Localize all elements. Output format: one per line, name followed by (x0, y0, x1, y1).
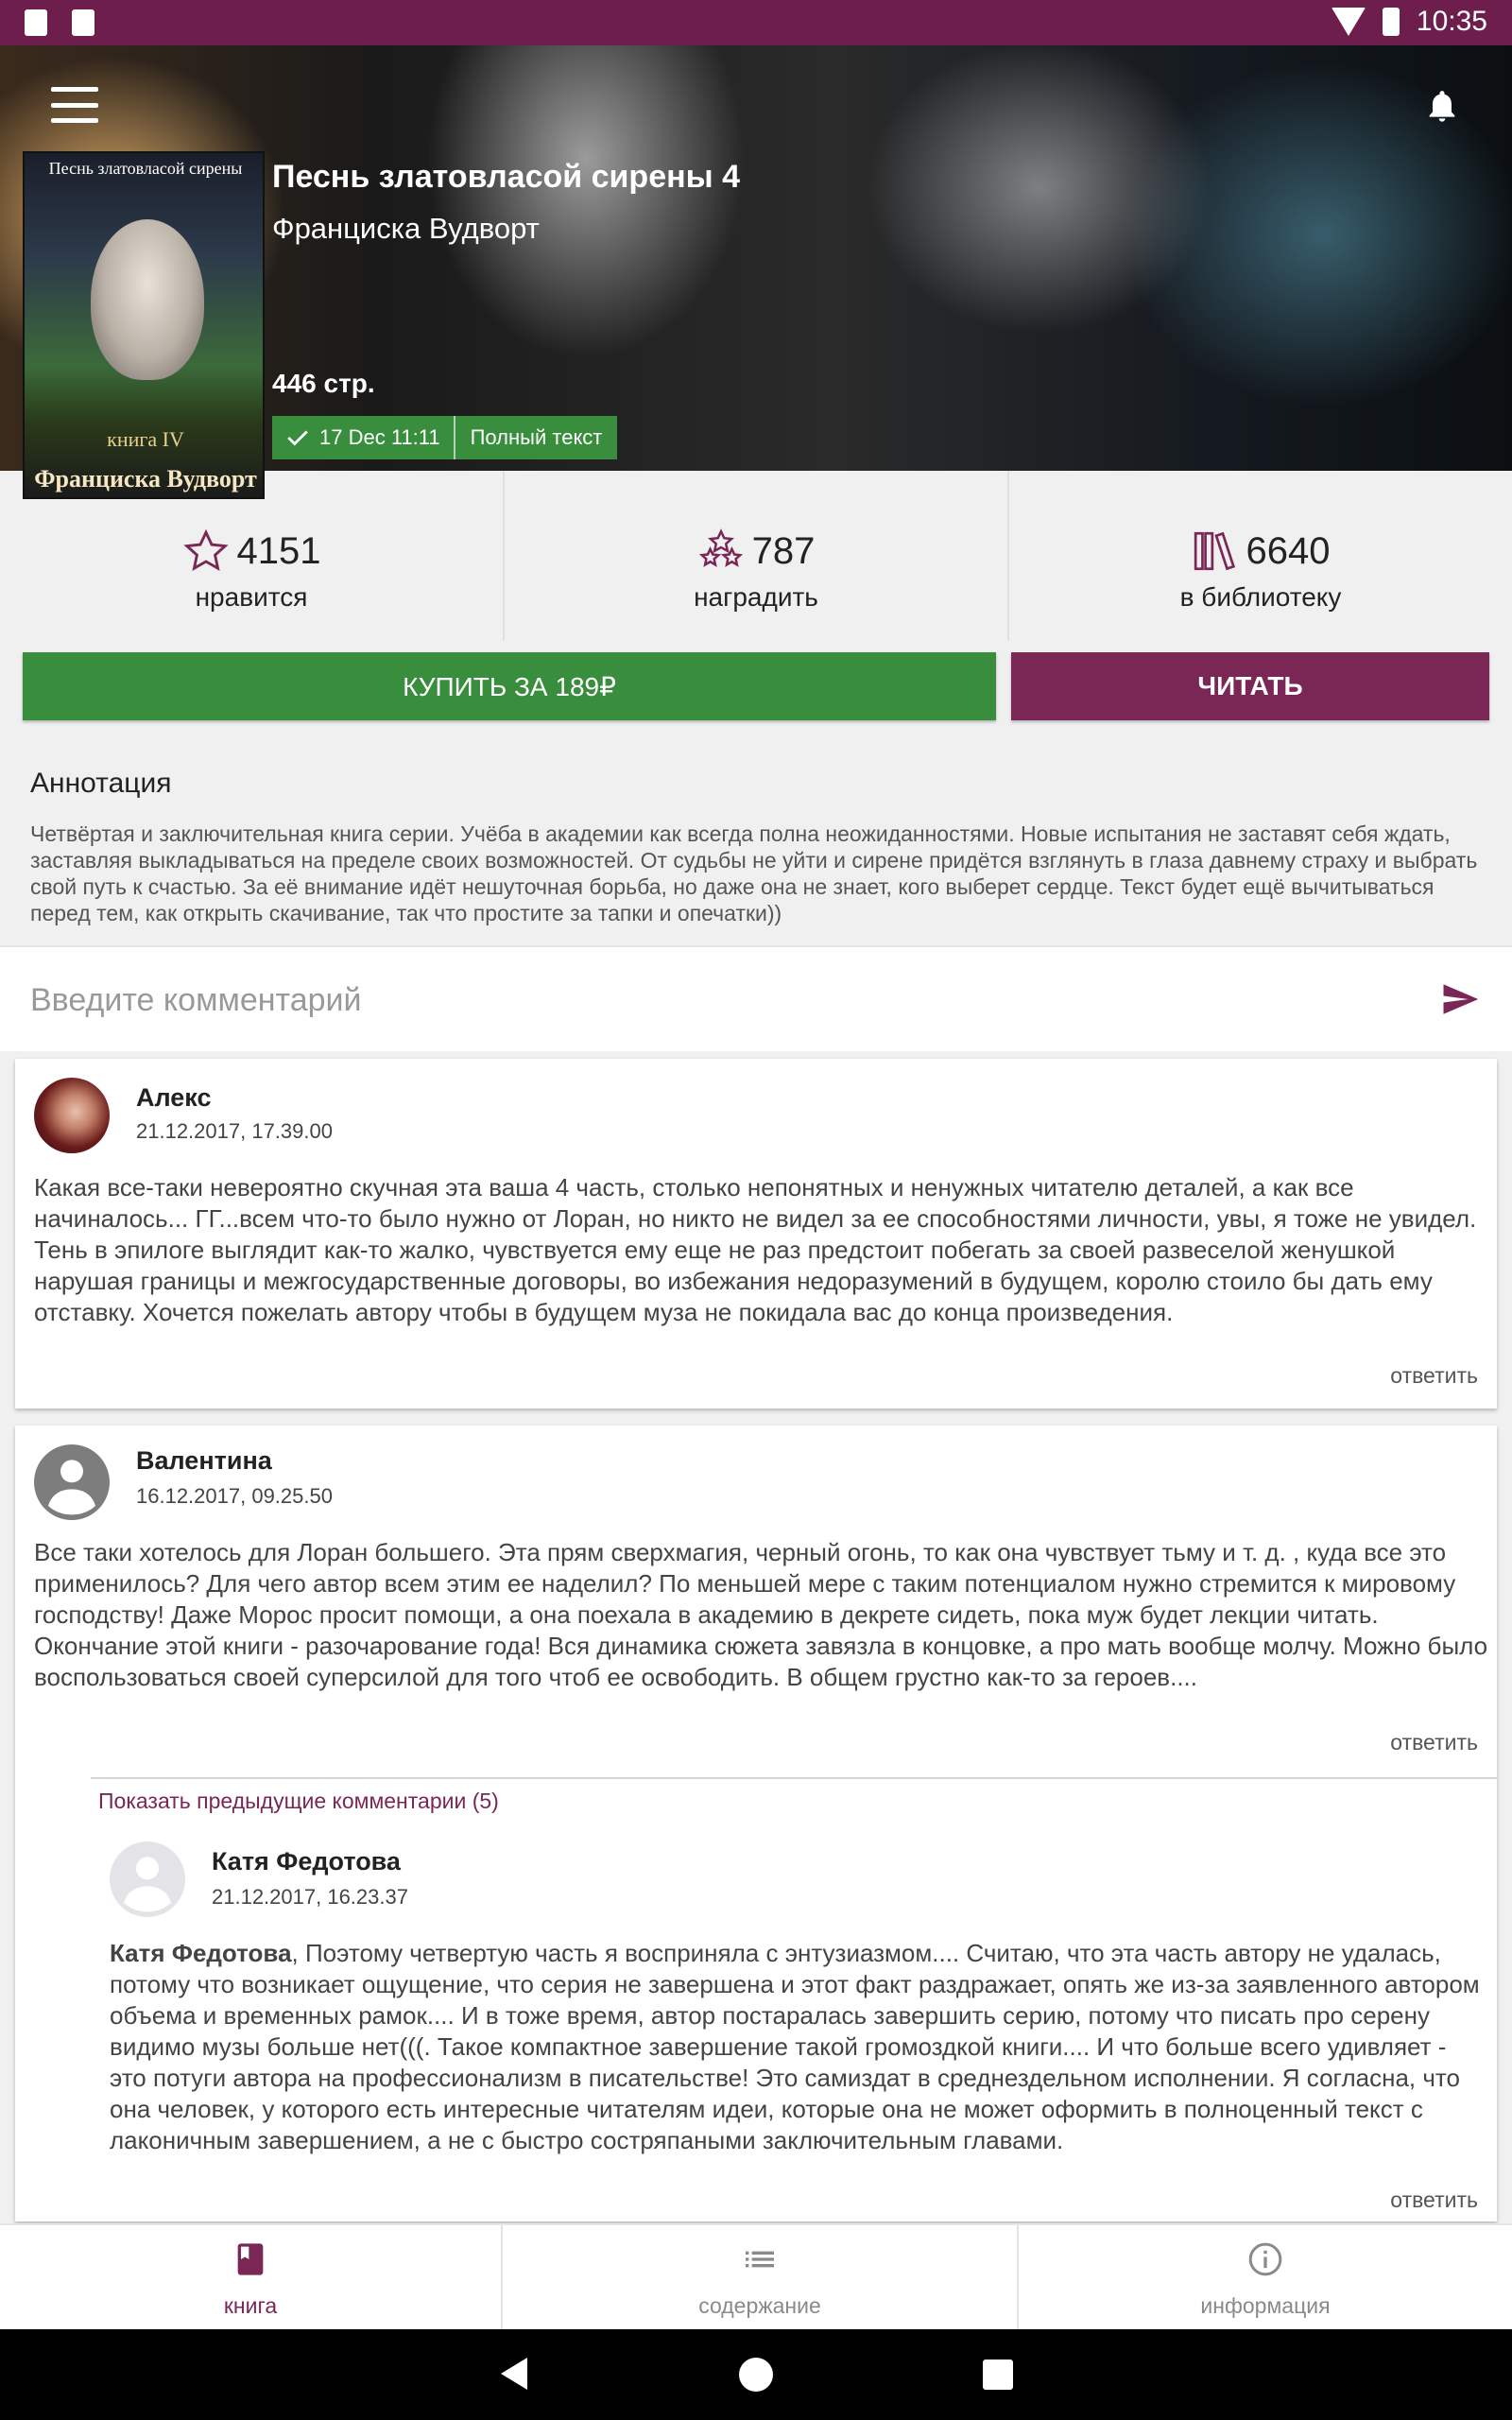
tab-book[interactable]: книга (0, 2225, 501, 2329)
avatar[interactable] (34, 1444, 110, 1520)
system-navigation-bar (0, 2329, 1512, 2420)
annotation-text: Четвёртая и заключительная книга серии. … (30, 821, 1478, 925)
comment-card: Алекс 21.12.2017, 17.39.00 Какая все-так… (15, 1059, 1497, 1409)
avatar[interactable] (110, 1841, 185, 1917)
like-count: 4151 (236, 529, 321, 572)
book-title: Песнь златовласой сирены 4 (272, 159, 741, 195)
cover-book-number: книга IV (107, 427, 184, 451)
cover-portrait (91, 219, 204, 380)
status-badge: 17 Dec 11:11 Полный текст (272, 416, 618, 459)
notification-icons (25, 9, 94, 36)
status-bar: 10:35 (0, 0, 1512, 45)
check-icon (287, 430, 308, 446)
avatar[interactable] (34, 1078, 110, 1153)
library-books-icon (1194, 531, 1235, 571)
reply-button[interactable]: ответить (1390, 1363, 1478, 1389)
sd-card-icon (25, 9, 47, 36)
library-count: 6640 (1246, 529, 1331, 572)
user-placeholder-icon (124, 1857, 171, 1912)
show-previous-comments-link[interactable]: Показать предыдущие комментарии (5) (98, 1789, 499, 1814)
menu-icon[interactable] (51, 87, 98, 123)
comment-text: Какая все-таки невероятно скучная эта ва… (34, 1173, 1477, 1326)
app-notification-icon (72, 9, 94, 36)
read-button[interactable]: ЧИТАТЬ (1011, 652, 1489, 720)
reply-button[interactable]: ответить (1390, 2187, 1478, 2213)
comment-text: Катя Федотова, Поэтому четвертую часть я… (110, 1938, 1480, 2156)
tab-info[interactable]: информация (1017, 2225, 1512, 2329)
cover-title: Песнь златовласой сирены (48, 159, 243, 178)
reply-button[interactable]: ответить (1390, 1730, 1478, 1755)
library-stat[interactable]: 6640 в библиотеку (1007, 471, 1512, 641)
recent-apps-icon[interactable] (983, 2360, 1013, 2390)
cover-author: Франциска Вудворт (34, 465, 257, 493)
back-icon[interactable] (501, 2358, 527, 2390)
comment-card: Валентина 16.12.2017, 09.25.50 Все таки … (15, 1426, 1497, 2221)
send-icon[interactable] (1438, 979, 1482, 1019)
award-stat[interactable]: 787 наградить (503, 471, 1007, 641)
book-author[interactable]: Франциска Вудворт (272, 212, 540, 246)
comment-input-bar (0, 945, 1512, 1051)
tab-book-label: книга (223, 2293, 278, 2318)
book-cover[interactable]: Песнь златовласой сирены книга IV Франци… (23, 151, 265, 499)
battery-icon (1382, 8, 1400, 36)
user-placeholder-icon (48, 1460, 95, 1515)
text-status: Полный текст (470, 425, 603, 449)
wifi-icon (1331, 8, 1366, 36)
home-icon[interactable] (739, 2358, 773, 2392)
reply-text: , Поэтому четвертую часть я восприняла с… (110, 1939, 1480, 2154)
buy-button[interactable]: КУПИТЬ ЗА 189₽ (23, 652, 996, 720)
award-count: 787 (751, 529, 816, 572)
replies-divider (91, 1777, 1497, 1779)
award-stars-icon (698, 528, 743, 567)
comment-author[interactable]: Алекс (136, 1083, 211, 1113)
info-icon (1248, 2242, 1282, 2276)
mention[interactable]: Катя Федотова (110, 1939, 292, 1967)
comment-date: 16.12.2017, 09.25.50 (136, 1484, 333, 1508)
tab-contents[interactable]: содержание (501, 2225, 1017, 2329)
comment-input[interactable] (30, 970, 1391, 1030)
library-label: в библиотеку (1179, 582, 1342, 612)
award-label: наградить (694, 582, 818, 612)
comment-author[interactable]: Катя Федотова (212, 1847, 401, 1876)
comment-author[interactable]: Валентина (136, 1446, 272, 1476)
book-icon (237, 2243, 264, 2275)
annotation-title: Аннотация (30, 768, 172, 799)
comment-text: Все таки хотелось для Лоран большего. Эт… (34, 1538, 1488, 1691)
bottom-navigation: книга содержание информация (0, 2223, 1512, 2329)
comment-date: 21.12.2017, 17.39.00 (136, 1119, 333, 1143)
tab-contents-label: содержание (698, 2293, 821, 2318)
update-date: 17 Dec 11:11 (319, 425, 440, 449)
list-icon (746, 2251, 774, 2268)
clock: 10:35 (1416, 6, 1487, 37)
star-outline-icon (182, 528, 229, 571)
like-label: нравится (195, 582, 308, 612)
system-indicators: 10:35 (1331, 6, 1487, 38)
tab-info-label: информация (1200, 2293, 1331, 2318)
comment-date: 21.12.2017, 16.23.37 (212, 1885, 408, 1909)
page-count: 446 стр. (272, 369, 375, 398)
notifications-bell-icon[interactable] (1423, 85, 1461, 127)
